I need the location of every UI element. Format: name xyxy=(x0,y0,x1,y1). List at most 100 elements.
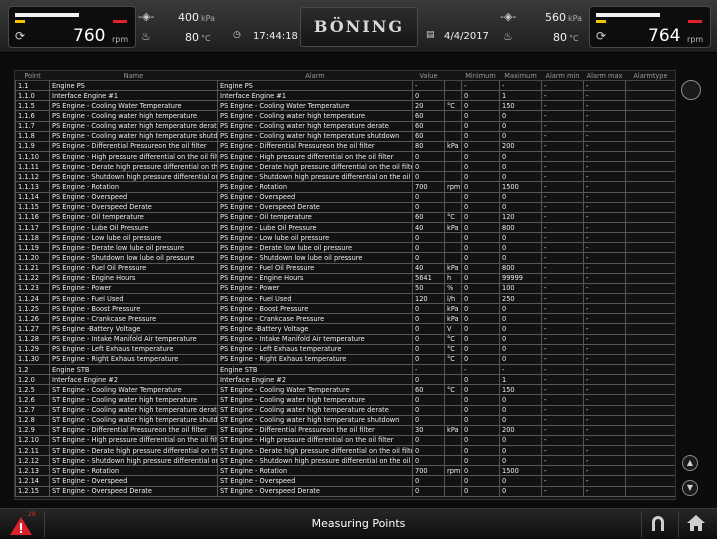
table-cell: - xyxy=(541,221,584,234)
table-row[interactable]: 1.1.22 PS Engine - Engine Hours PS Engine … xyxy=(15,272,675,284)
table-row[interactable]: 1.1.21 PS Engine - Fuel Oil Pressure PS En… xyxy=(15,262,675,274)
table-cell: 0 xyxy=(412,485,445,497)
table-row[interactable]: 1.1.17 PS Engine - Lube Oil Pressure PS En… xyxy=(15,221,675,234)
table-row[interactable]: 1.1.19 PS Engine - Derate low lube oil pr… xyxy=(15,242,675,254)
table-cell: 0 xyxy=(499,445,542,457)
table-row[interactable]: 1.2.0 Interface Engine #2 Interface Engine… xyxy=(15,374,675,386)
table-cell: 200 xyxy=(499,424,542,436)
table-row[interactable]: 1.1.11 PS Engine - Derate high pressure d… xyxy=(15,161,675,173)
horn-button[interactable] xyxy=(648,513,672,535)
table-row[interactable]: 1.1.13 PS Engine - Rotation PS Engine - Ro… xyxy=(15,181,675,193)
table-cell xyxy=(625,211,675,223)
table-cell: - xyxy=(583,191,626,203)
table-cell: PS Engine - Fuel Used xyxy=(217,292,413,305)
table-row[interactable]: 1.1.30 PS Engine - Right Exhaus temperatu… xyxy=(15,353,675,365)
scroll-position-indicator[interactable] xyxy=(681,80,701,100)
table-row[interactable]: 1.1.8 PS Engine - Cooling water high temp… xyxy=(15,130,675,142)
table-cell xyxy=(444,232,462,244)
table-row[interactable]: 1.1.0 Interface Engine #1 Interface Engine… xyxy=(15,90,675,102)
table-row[interactable]: 1.1.24 PS Engine - Fuel Used PS Engine - F… xyxy=(15,292,675,305)
table-cell: PS Engine - Shutdown low lube oil pressu… xyxy=(49,252,218,264)
table-cell: 1.2 xyxy=(15,363,50,376)
table-cell: 60 xyxy=(412,120,445,132)
left-temp-unit: °C xyxy=(201,34,211,43)
table-cell: 1.2.11 xyxy=(15,445,50,457)
table-cell: 0 xyxy=(499,191,542,203)
table-cell: 0 xyxy=(499,252,542,264)
table-cell: 0 xyxy=(461,161,500,173)
calendar-icon: ▤ xyxy=(426,30,435,40)
table-cell: 0 xyxy=(461,272,500,284)
footer-bar: 28 Measuring Points xyxy=(0,508,717,539)
scroll-up-button[interactable]: ▲ xyxy=(682,455,698,471)
table-row[interactable]: 1.1.26 PS Engine - Crankcase Pressure PS E… xyxy=(15,313,675,325)
table-row[interactable]: 1.1.18 PS Engine - Low lube oil pressure P… xyxy=(15,232,675,244)
table-row[interactable]: 1.1.5 PS Engine - Cooling Water Temperatu… xyxy=(15,100,675,112)
table-cell: 0 xyxy=(412,323,445,335)
table-cell: 0 xyxy=(461,353,500,365)
table-row[interactable]: 1.1.14 PS Engine - Overspeed PS Engine - O… xyxy=(15,191,675,203)
right-pressure-number: 560 xyxy=(545,11,566,24)
table-cell: - xyxy=(583,404,626,416)
table-row[interactable]: 1.2.5 ST Engine - Cooling Water Temperatu… xyxy=(15,384,675,396)
table-cell: PS Engine - Derate high pressure differe… xyxy=(217,161,413,173)
table-cell xyxy=(625,394,675,406)
left-temp-value: 80 °C xyxy=(185,31,211,44)
table-cell: 0 xyxy=(499,232,542,244)
table-row[interactable]: 1.2.8 ST Engine - Cooling water high temp… xyxy=(15,414,675,426)
page-title: Measuring Points xyxy=(311,517,406,530)
right-temp-value: 80 °C xyxy=(553,31,579,44)
time-display: 17:44:18 xyxy=(253,31,298,42)
measuring-points-table[interactable]: Point Name Alarm Value Minimum Maximum Alarm m… xyxy=(14,70,676,500)
alarm-icon xyxy=(10,517,32,535)
table-cell: 60 xyxy=(412,130,445,142)
table-row[interactable]: 1.1.20 PS Engine - Shutdown low lube oil … xyxy=(15,252,675,264)
table-cell: 1.1.23 xyxy=(15,282,50,294)
table-cell: 0 xyxy=(499,343,542,355)
table-row[interactable]: 1.1.16 PS Engine - Oil temperature PS Engi… xyxy=(15,211,675,223)
table-row[interactable]: 1.1.28 PS Engine - Intake Manifold Air te… xyxy=(15,333,675,345)
table-cell: PS Engine - Crankcase Pressure xyxy=(217,313,413,325)
table-row[interactable]: 1.2.10 ST Engine - High pressure differen… xyxy=(15,434,675,447)
table-row[interactable]: 1.2.15 ST Engine - Overspeed Derate ST Eng… xyxy=(15,485,675,497)
table-cell: 0 xyxy=(499,171,542,183)
table-row[interactable]: 1.1.12 PS Engine - Shutdown high pressure… xyxy=(15,171,675,183)
table-row[interactable]: 1.1.9 PS Engine - Differential Pressureon… xyxy=(15,140,675,152)
table-cell: 150 xyxy=(499,100,542,112)
table-cell: 1.1.29 xyxy=(15,343,50,355)
table-cell: 0 xyxy=(461,150,500,163)
table-row[interactable]: 1.1.25 PS Engine - Boost Pressure PS Engin… xyxy=(15,303,675,315)
table-row[interactable]: 1.1.23 PS Engine - Power PS Engine - Power… xyxy=(15,282,675,294)
table-row[interactable]: 1.2.12 ST Engine - Shutdown high pressure… xyxy=(15,455,675,467)
table-row[interactable]: 1.1.27 PS Engine -Battery Voltage PS Engin… xyxy=(15,323,675,335)
table-row[interactable]: 1.2 Engine STB Engine STB - - - - - xyxy=(15,363,675,376)
scroll-down-button[interactable]: ▼ xyxy=(682,480,698,496)
table-row[interactable]: 1.1.6 PS Engine - Cooling water high temp… xyxy=(15,110,675,122)
table-cell: PS Engine - Fuel Used xyxy=(49,292,218,305)
table-cell xyxy=(625,374,675,386)
table-cell: 0 xyxy=(412,455,445,467)
table-cell: 0 xyxy=(412,404,445,416)
table-cell: - xyxy=(541,303,584,315)
table-cell: PS Engine - Derate low lube oil pressure xyxy=(217,242,413,254)
table-row[interactable]: 1.2.9 ST Engine - Differential Pressureon… xyxy=(15,424,675,436)
table-row[interactable]: 1.1.7 PS Engine - Cooling water high temp… xyxy=(15,120,675,132)
table-row[interactable]: 1.1.15 PS Engine - Overspeed Derate PS Eng… xyxy=(15,201,675,213)
table-row[interactable]: 1.2.6 ST Engine - Cooling water high temp… xyxy=(15,394,675,406)
column-header: Minimum xyxy=(461,71,500,81)
table-row[interactable]: 1.1.10 PS Engine - High pressure differen… xyxy=(15,150,675,163)
table-row[interactable]: 1.2.7 ST Engine - Cooling water high temp… xyxy=(15,404,675,416)
table-cell xyxy=(625,140,675,152)
table-row[interactable]: 1.2.13 ST Engine - Rotation ST Engine - Ro… xyxy=(15,465,675,477)
table-row[interactable]: 1.1 Engine PS Engine PS - - - - - xyxy=(15,79,675,92)
thermometer-icon-right: ♨ xyxy=(503,30,513,43)
table-cell: 0 xyxy=(412,394,445,406)
column-header: Alarm max xyxy=(583,71,626,81)
table-cell: - xyxy=(541,292,584,305)
table-row[interactable]: 1.2.14 ST Engine - Overspeed ST Engine - O… xyxy=(15,475,675,487)
home-button[interactable] xyxy=(686,513,710,535)
table-cell: 1.1.11 xyxy=(15,161,50,173)
alarm-button[interactable]: 28 xyxy=(4,511,40,537)
table-row[interactable]: 1.1.29 PS Engine - Left Exhaus temperatur… xyxy=(15,343,675,355)
table-row[interactable]: 1.2.11 ST Engine - Derate high pressure d… xyxy=(15,445,675,457)
